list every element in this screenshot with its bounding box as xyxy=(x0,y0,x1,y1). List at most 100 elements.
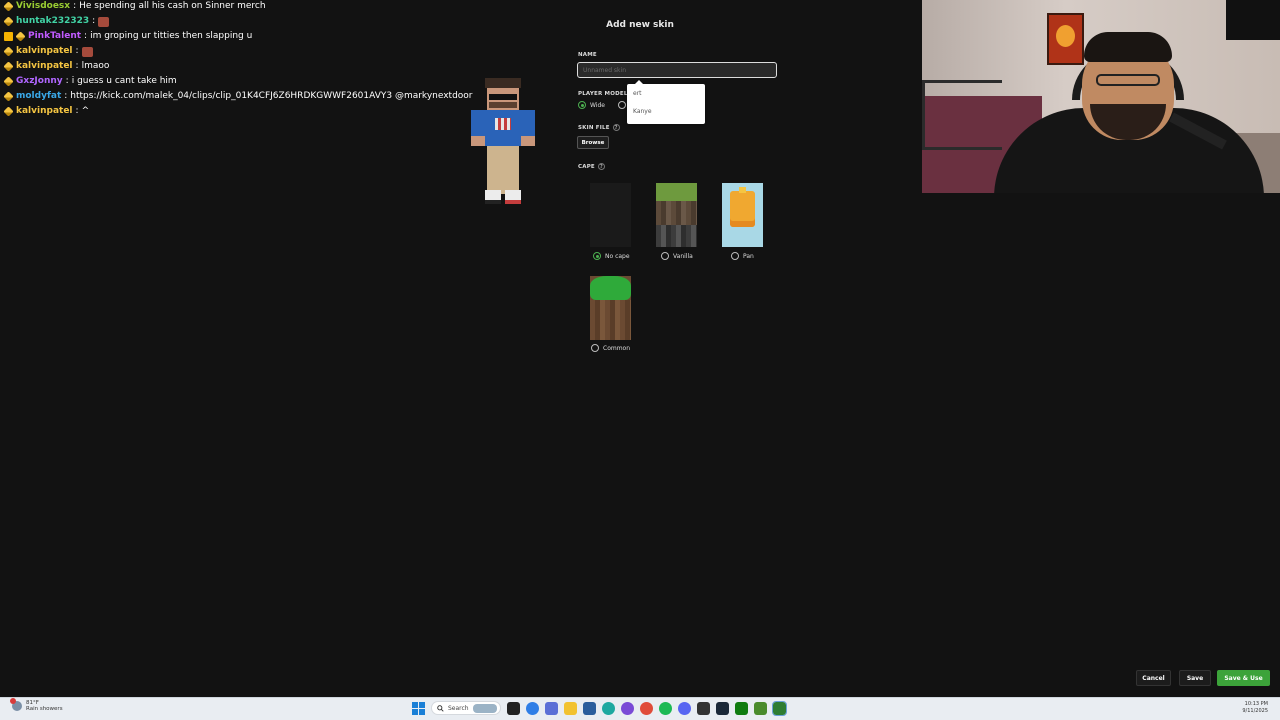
help-icon[interactable]: ? xyxy=(612,124,620,131)
weather-widget[interactable]: 81°F Rain showers xyxy=(10,698,63,712)
edge-icon[interactable] xyxy=(602,701,615,715)
notification-dot-icon xyxy=(10,698,16,704)
minecraft-launcher-icon[interactable] xyxy=(772,700,787,716)
save-and-use-button[interactable]: Save & Use xyxy=(1217,670,1270,686)
cancel-button[interactable]: Cancel xyxy=(1136,670,1171,686)
name-autocomplete-dropdown: ert Kanye xyxy=(627,80,705,124)
pencil-badge-icon xyxy=(3,61,14,72)
chat-line: huntak232323: xyxy=(3,14,604,29)
autocomplete-option[interactable]: Kanye xyxy=(633,108,652,115)
xbox-icon[interactable] xyxy=(735,701,748,715)
preview-left-shoe xyxy=(485,190,501,204)
preview-torso xyxy=(487,110,519,146)
app-window: Vivisdoesx: He spending all his cash on … xyxy=(0,0,1280,720)
chat-message: ^ xyxy=(81,106,90,116)
preview-right-hand xyxy=(521,136,535,146)
task-view-icon[interactable] xyxy=(507,701,520,715)
pencil-badge-icon xyxy=(3,91,14,102)
cape-option-label: Common xyxy=(603,344,631,352)
minecraft-icon[interactable] xyxy=(754,701,767,715)
windows-taskbar: 81°F Rain showers Search 10:13 PM 9/11/2… xyxy=(0,697,1280,720)
app-icon[interactable] xyxy=(621,701,634,715)
player-model-label-text: PLAYER MODEL xyxy=(578,91,628,97)
discord-icon[interactable] xyxy=(678,701,691,715)
chrome-icon[interactable] xyxy=(640,701,653,715)
model-option-slim[interactable] xyxy=(618,101,626,109)
spotify-icon[interactable] xyxy=(659,701,672,715)
search-icon xyxy=(437,704,444,712)
skin-name-input[interactable] xyxy=(577,62,777,78)
taskbar-search[interactable]: Search xyxy=(431,701,501,715)
radio-unchecked-icon[interactable] xyxy=(618,101,626,109)
chat-username: moldyfat xyxy=(16,91,62,101)
chat-message: i guess u cant take him xyxy=(71,76,177,86)
webcam-bedframe xyxy=(922,80,1002,150)
search-highlight-icon xyxy=(473,703,497,713)
chat-line: PinkTalent: im groping ur titties then s… xyxy=(4,29,604,44)
steam-icon[interactable] xyxy=(716,701,729,715)
cape-thumb-pan[interactable] xyxy=(722,183,763,247)
cape-label-text: CAPE xyxy=(578,163,595,170)
file-explorer-icon[interactable] xyxy=(564,701,577,715)
preview-left-hand xyxy=(471,136,485,146)
chat-username: PinkTalent xyxy=(28,31,82,41)
chat-separator: : xyxy=(75,46,79,56)
teams-icon[interactable] xyxy=(545,701,558,715)
name-label: NAME xyxy=(578,52,597,58)
cape-option-pan[interactable]: Pan xyxy=(731,252,754,260)
preview-hair xyxy=(485,78,521,88)
obs-icon[interactable] xyxy=(697,701,710,715)
store-icon[interactable] xyxy=(583,701,596,715)
radio-checked-icon[interactable] xyxy=(593,252,601,260)
radio-unchecked-icon[interactable] xyxy=(591,344,599,352)
cape-thumb-vanilla[interactable] xyxy=(656,183,697,247)
cape-option-vanilla[interactable]: Vanilla xyxy=(661,252,693,260)
radio-unchecked-icon[interactable] xyxy=(661,252,669,260)
weather-desc: Rain showers xyxy=(26,706,63,712)
cape-thumb-common[interactable] xyxy=(590,276,631,340)
chat-separator: : xyxy=(65,76,69,86)
model-option-label: Wide xyxy=(590,101,605,109)
autocomplete-option[interactable]: ert xyxy=(633,90,642,97)
chat-message: He spending all his cash on Sinner merch xyxy=(79,1,266,11)
taskbar-center: Search xyxy=(412,700,787,716)
pencil-badge-icon xyxy=(3,46,14,57)
chat-separator: : xyxy=(73,1,77,11)
skin-preview[interactable] xyxy=(470,78,536,206)
radio-checked-icon[interactable] xyxy=(578,101,586,109)
name-label-text: NAME xyxy=(578,52,597,58)
cape-option-label: Vanilla xyxy=(673,252,693,260)
chat-separator: : xyxy=(84,31,88,41)
pencil-badge-icon xyxy=(3,16,14,27)
chat-username: huntak232323 xyxy=(16,16,90,26)
edge-browser-icon[interactable] xyxy=(526,701,539,715)
webcam-overlay xyxy=(922,0,1280,193)
search-placeholder: Search xyxy=(448,704,469,712)
pencil-badge-icon xyxy=(3,1,14,12)
chat-separator: : xyxy=(92,16,96,26)
cape-option-label: Pan xyxy=(743,252,754,260)
preview-legs xyxy=(487,146,519,194)
radio-unchecked-icon[interactable] xyxy=(731,252,739,260)
cape-label: CAPE ? xyxy=(578,163,605,170)
cape-option-common[interactable]: Common xyxy=(591,344,630,352)
system-clock[interactable]: 10:13 PM 9/11/2025 xyxy=(1242,701,1268,715)
cape-option-label: No cape xyxy=(605,252,630,260)
crown-badge-icon xyxy=(4,32,13,41)
browse-button[interactable]: Browse xyxy=(577,136,609,149)
pencil-badge-icon xyxy=(3,106,14,117)
cape-thumb-none[interactable] xyxy=(590,183,631,247)
preview-beard xyxy=(489,102,517,108)
chat-username: Vivisdoesx xyxy=(16,1,71,11)
weather-rain-icon xyxy=(10,698,22,711)
help-icon[interactable]: ? xyxy=(597,163,605,170)
preview-glasses xyxy=(489,94,517,100)
pencil-badge-icon xyxy=(3,76,14,87)
webcam-tv xyxy=(1226,0,1280,40)
cape-option-none[interactable]: No cape xyxy=(593,252,630,260)
chat-message: im groping ur titties then slapping u xyxy=(90,31,253,41)
windows-start-icon[interactable] xyxy=(412,701,425,715)
save-button[interactable]: Save xyxy=(1179,670,1211,686)
model-option-wide[interactable]: Wide xyxy=(578,101,605,109)
webcam-person-glasses xyxy=(1096,74,1160,86)
